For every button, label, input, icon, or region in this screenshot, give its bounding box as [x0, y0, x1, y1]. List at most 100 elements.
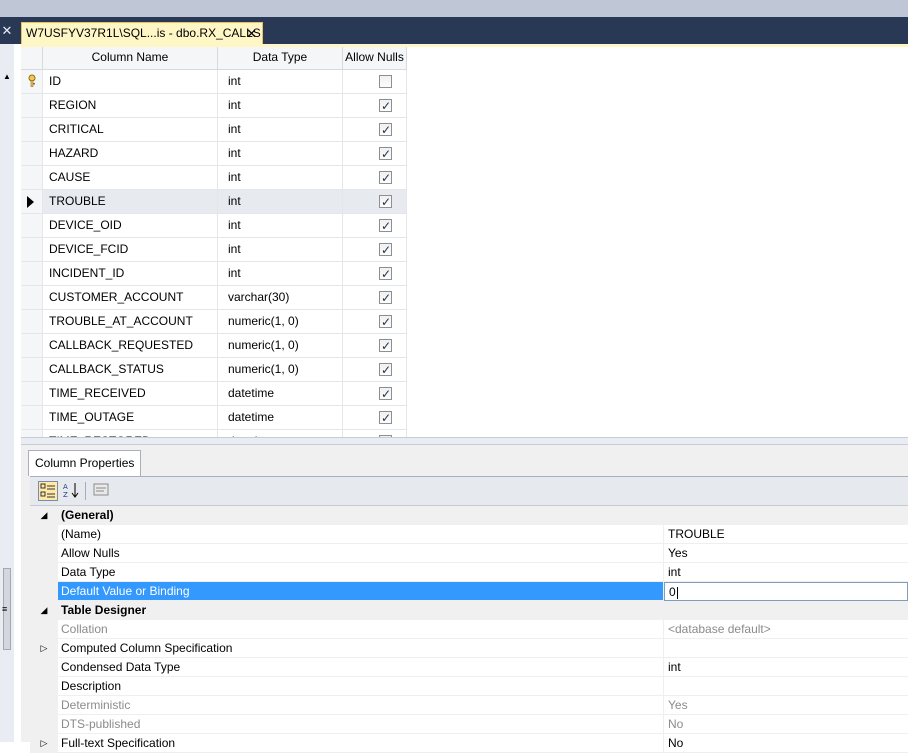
row-selector[interactable]: [21, 406, 43, 429]
property-pages-icon[interactable]: [91, 481, 111, 501]
property-name[interactable]: Default Value or Binding: [58, 582, 664, 601]
property-category[interactable]: ◢ Table Designer: [30, 601, 908, 620]
row-selector[interactable]: [21, 166, 43, 189]
data-type-cell[interactable]: int: [218, 214, 343, 237]
table-row[interactable]: CUSTOMER_ACCOUNT varchar(30): [21, 286, 407, 310]
categorized-icon[interactable]: [38, 481, 58, 501]
data-type-cell[interactable]: int: [218, 262, 343, 285]
table-row[interactable]: REGION int: [21, 94, 407, 118]
row-selector[interactable]: [21, 382, 43, 405]
property-row[interactable]: Description: [30, 677, 908, 696]
property-row[interactable]: Allow Nulls Yes: [30, 544, 908, 563]
column-name-cell[interactable]: CRITICAL: [43, 118, 218, 141]
allow-nulls-checkbox[interactable]: [379, 383, 392, 406]
allow-nulls-checkbox[interactable]: [379, 287, 392, 310]
row-selector[interactable]: [21, 214, 43, 237]
property-row[interactable]: Collation <database default>: [30, 620, 908, 639]
allow-nulls-checkbox[interactable]: [379, 167, 392, 190]
data-type-cell[interactable]: int: [218, 238, 343, 261]
row-selector[interactable]: [21, 286, 43, 309]
expander-icon[interactable]: ▷: [30, 734, 58, 753]
data-type-cell[interactable]: numeric(1, 0): [218, 358, 343, 381]
data-type-header[interactable]: Data Type: [218, 47, 343, 69]
expander-icon[interactable]: ◢: [30, 601, 58, 620]
column-name-cell[interactable]: TROUBLE: [43, 190, 218, 213]
scroll-up-icon[interactable]: ▲: [3, 72, 11, 81]
property-value[interactable]: No: [664, 734, 908, 753]
column-name-cell[interactable]: REGION: [43, 94, 218, 117]
property-value[interactable]: [664, 677, 908, 696]
table-row[interactable]: TROUBLE int: [21, 190, 407, 214]
allow-nulls-header[interactable]: Allow Nulls: [343, 47, 407, 69]
property-row[interactable]: Condensed Data Type int: [30, 658, 908, 677]
allow-nulls-checkbox[interactable]: [379, 239, 392, 262]
data-type-cell[interactable]: int: [218, 94, 343, 117]
category-label[interactable]: (General): [58, 506, 908, 525]
pane-splitter[interactable]: [21, 437, 908, 445]
property-name[interactable]: Allow Nulls: [58, 544, 664, 563]
property-name[interactable]: Deterministic: [58, 696, 664, 715]
allow-nulls-checkbox[interactable]: [379, 143, 392, 166]
column-name-cell[interactable]: CALLBACK_STATUS: [43, 358, 218, 381]
property-name[interactable]: Full-text Specification: [58, 734, 664, 753]
property-name[interactable]: Condensed Data Type: [58, 658, 664, 677]
expander-icon[interactable]: ▷: [30, 639, 58, 658]
column-name-cell[interactable]: HAZARD: [43, 142, 218, 165]
property-name[interactable]: Description: [58, 677, 664, 696]
allow-nulls-checkbox[interactable]: [379, 359, 392, 382]
expander-icon[interactable]: ◢: [30, 506, 58, 525]
row-selector[interactable]: [21, 94, 43, 117]
property-value[interactable]: Yes: [664, 696, 908, 715]
property-value[interactable]: int: [664, 658, 908, 677]
row-selector[interactable]: [21, 334, 43, 357]
table-row[interactable]: CALLBACK_REQUESTED numeric(1, 0): [21, 334, 407, 358]
property-row[interactable]: Data Type int: [30, 563, 908, 582]
property-row[interactable]: DTS-published No: [30, 715, 908, 734]
column-name-cell[interactable]: DEVICE_FCID: [43, 238, 218, 261]
row-selector[interactable]: [21, 142, 43, 165]
data-type-cell[interactable]: int: [218, 190, 343, 213]
property-name[interactable]: Data Type: [58, 563, 664, 582]
property-row[interactable]: ▷ Full-text Specification No: [30, 734, 908, 753]
property-name[interactable]: Computed Column Specification: [58, 639, 664, 658]
data-type-cell[interactable]: datetime: [218, 406, 343, 429]
property-value[interactable]: TROUBLE: [664, 525, 908, 544]
column-properties-tab[interactable]: Column Properties: [28, 450, 141, 476]
data-type-cell[interactable]: int: [218, 166, 343, 189]
column-name-cell[interactable]: CAUSE: [43, 166, 218, 189]
row-selector[interactable]: [21, 190, 43, 213]
row-selector[interactable]: [21, 238, 43, 261]
column-name-cell[interactable]: TIME_RECEIVED: [43, 382, 218, 405]
allow-nulls-checkbox[interactable]: [379, 75, 392, 88]
column-name-cell[interactable]: CALLBACK_REQUESTED: [43, 334, 218, 357]
property-name[interactable]: (Name): [58, 525, 664, 544]
table-row[interactable]: TIME_OUTAGE datetime: [21, 406, 407, 430]
allow-nulls-checkbox[interactable]: [379, 263, 392, 286]
column-name-header[interactable]: Column Name: [43, 47, 218, 69]
allow-nulls-checkbox[interactable]: [379, 407, 392, 430]
row-selector[interactable]: [21, 310, 43, 333]
column-name-cell[interactable]: TIME_OUTAGE: [43, 406, 218, 429]
column-name-cell[interactable]: DEVICE_OID: [43, 214, 218, 237]
property-value[interactable]: Yes: [664, 544, 908, 563]
column-name-cell[interactable]: CUSTOMER_ACCOUNT: [43, 286, 218, 309]
table-row[interactable]: CAUSE int: [21, 166, 407, 190]
table-row[interactable]: ID int: [21, 70, 407, 94]
table-row[interactable]: TIME_RECEIVED datetime: [21, 382, 407, 406]
property-value[interactable]: No: [664, 715, 908, 734]
table-row[interactable]: CRITICAL int: [21, 118, 407, 142]
allow-nulls-checkbox[interactable]: [379, 119, 392, 142]
table-row[interactable]: TROUBLE_AT_ACCOUNT numeric(1, 0): [21, 310, 407, 334]
property-value[interactable]: <database default>: [664, 620, 908, 639]
left-scrollbar[interactable]: ▲ ≡: [0, 44, 15, 742]
table-row[interactable]: CALLBACK_STATUS numeric(1, 0): [21, 358, 407, 382]
data-type-cell[interactable]: int: [218, 142, 343, 165]
category-label[interactable]: Table Designer: [58, 601, 908, 620]
allow-nulls-checkbox[interactable]: [379, 311, 392, 334]
property-category[interactable]: ◢ (General): [30, 506, 908, 525]
data-type-cell[interactable]: int: [218, 70, 343, 93]
property-name[interactable]: Collation: [58, 620, 664, 639]
table-row[interactable]: DEVICE_FCID int: [21, 238, 407, 262]
row-selector[interactable]: [21, 262, 43, 285]
tab-close-icon[interactable]: ✕: [246, 23, 257, 44]
